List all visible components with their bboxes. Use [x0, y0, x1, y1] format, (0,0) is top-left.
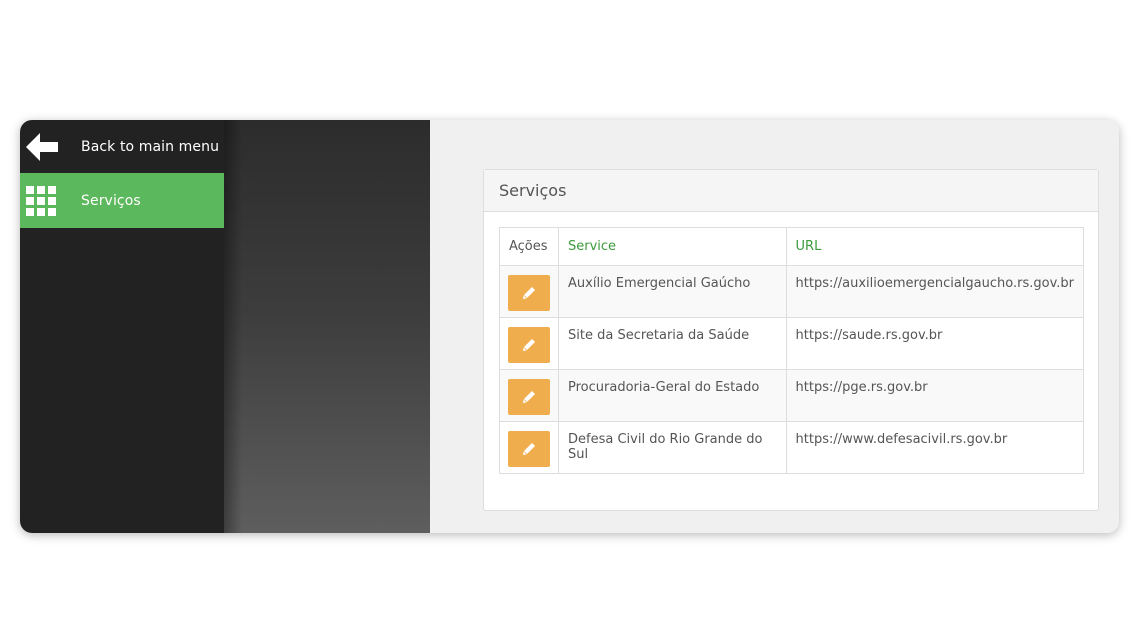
- column-header-actions: Ações: [499, 227, 559, 266]
- table-row: Site da Secretaria da Saúde https://saud…: [499, 317, 1085, 370]
- edit-button[interactable]: [508, 327, 550, 363]
- edit-button[interactable]: [508, 431, 550, 467]
- actions-cell: [499, 265, 559, 318]
- back-to-main-menu[interactable]: Back to main menu: [20, 120, 224, 173]
- table-row: Auxílio Emergencial Gaúcho https://auxil…: [499, 265, 1085, 318]
- table-row: Defesa Civil do Rio Grande do Sul https:…: [499, 421, 1085, 474]
- service-url: https://pge.rs.gov.br: [785, 369, 1085, 422]
- arrow-left-icon: [20, 132, 81, 161]
- pencil-icon: [523, 339, 535, 351]
- service-name: Auxílio Emergencial Gaúcho: [558, 265, 787, 318]
- panel-title: Serviços: [484, 170, 1098, 212]
- service-url: https://www.defesacivil.rs.gov.br: [785, 421, 1085, 474]
- sidebar-item-servicos[interactable]: Serviços: [20, 173, 224, 228]
- back-label: Back to main menu: [81, 138, 220, 155]
- grid-icon: [20, 185, 81, 216]
- edit-button[interactable]: [508, 379, 550, 415]
- column-header-url[interactable]: URL: [785, 227, 1085, 266]
- service-name: Site da Secretaria da Saúde: [558, 317, 787, 370]
- pencil-icon: [523, 391, 535, 403]
- services-panel: Serviços Ações Service URL Auxílio Emerg…: [483, 169, 1099, 511]
- pencil-icon: [523, 443, 535, 455]
- actions-cell: [499, 369, 559, 422]
- service-url: https://auxilioemergencialgaucho.rs.gov.…: [785, 265, 1085, 318]
- main-content: Serviços Ações Service URL Auxílio Emerg…: [430, 120, 1119, 533]
- service-name: Procuradoria-Geral do Estado: [558, 369, 787, 422]
- app-window: Back to main menu Serviços Serviços Açõe…: [20, 120, 1119, 533]
- sidebar-item-label: Serviços: [81, 192, 141, 209]
- sidebar-overlay: [224, 120, 430, 533]
- actions-cell: [499, 317, 559, 370]
- pencil-icon: [523, 287, 535, 299]
- edit-button[interactable]: [508, 275, 550, 311]
- column-header-service[interactable]: Service: [558, 227, 787, 266]
- table-row: Procuradoria-Geral do Estado https://pge…: [499, 369, 1085, 422]
- service-url: https://saude.rs.gov.br: [785, 317, 1085, 370]
- sidebar: Back to main menu Serviços: [20, 120, 224, 533]
- actions-cell: [499, 421, 559, 474]
- services-table: Ações Service URL Auxílio Emergencial Ga…: [499, 227, 1085, 474]
- table-header-row: Ações Service URL: [499, 227, 1085, 266]
- service-name: Defesa Civil do Rio Grande do Sul: [558, 421, 787, 474]
